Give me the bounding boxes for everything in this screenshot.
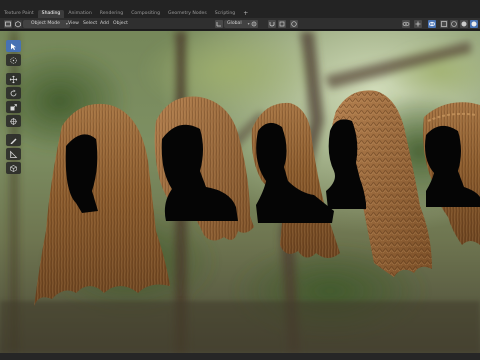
move-icon bbox=[9, 75, 18, 83]
rotate-icon bbox=[10, 89, 17, 96]
shading-solid-icon[interactable] bbox=[460, 20, 468, 28]
viewport-header: Object Mode View Select Add Object Globa… bbox=[0, 18, 480, 30]
viewport-render bbox=[0, 31, 480, 353]
cursor-icon bbox=[10, 56, 17, 64]
transform-icon bbox=[10, 117, 17, 125]
transform-orientation-icon bbox=[215, 20, 223, 28]
workspace-tabs: Texture Paint Shading Animation Renderin… bbox=[0, 9, 252, 18]
add-cube-tool[interactable] bbox=[6, 162, 21, 174]
menu-object[interactable]: Object bbox=[113, 20, 128, 28]
snap-target-icon[interactable] bbox=[278, 20, 286, 28]
proportional-edit-icon[interactable] bbox=[290, 20, 298, 28]
workspace-tab-bar: Texture Paint Shading Animation Renderin… bbox=[0, 0, 480, 18]
status-bar bbox=[0, 353, 480, 360]
scale-icon bbox=[10, 103, 17, 110]
tab-geometry-nodes[interactable]: Geometry Nodes bbox=[164, 10, 211, 18]
select-box-icon bbox=[11, 43, 16, 50]
tab-scripting[interactable]: Scripting bbox=[211, 10, 239, 18]
move-tool[interactable] bbox=[6, 73, 21, 85]
snap-icon[interactable] bbox=[268, 20, 276, 28]
measure-tool[interactable] bbox=[6, 148, 21, 160]
tab-compositing[interactable]: Compositing bbox=[127, 10, 164, 18]
measure-icon bbox=[10, 150, 18, 158]
tab-rendering[interactable]: Rendering bbox=[96, 10, 127, 18]
tab-animation[interactable]: Animation bbox=[64, 10, 95, 18]
3d-viewport[interactable] bbox=[0, 31, 480, 353]
add-workspace-button[interactable]: + bbox=[239, 10, 252, 18]
orientation-dropdown[interactable]: Global bbox=[224, 20, 252, 28]
menu-select[interactable]: Select bbox=[83, 20, 97, 28]
pivot-point-icon[interactable] bbox=[250, 20, 258, 28]
tab-shading[interactable]: Shading bbox=[37, 10, 65, 18]
visibility-icon[interactable] bbox=[402, 20, 410, 28]
shading-material-icon[interactable] bbox=[470, 20, 478, 28]
menu-view[interactable]: View bbox=[68, 20, 79, 28]
select-box-tool[interactable] bbox=[6, 40, 21, 52]
tool-shelf bbox=[6, 40, 21, 174]
transform-tool[interactable] bbox=[6, 115, 21, 127]
overlays-icon[interactable] bbox=[428, 20, 436, 28]
menu-add[interactable]: Add bbox=[100, 20, 109, 28]
scale-tool[interactable] bbox=[6, 101, 21, 113]
cursor-tool[interactable] bbox=[6, 54, 21, 66]
gizmo-icon[interactable] bbox=[414, 20, 422, 28]
annotate-tool[interactable] bbox=[6, 134, 21, 146]
shading-wireframe-icon[interactable] bbox=[450, 20, 458, 28]
mode-dropdown[interactable]: Object Mode bbox=[23, 20, 70, 28]
rotate-tool[interactable] bbox=[6, 87, 21, 99]
editor-type-icon[interactable] bbox=[4, 20, 12, 28]
object-mode-icon bbox=[14, 20, 22, 28]
tab-texture-paint[interactable]: Texture Paint bbox=[0, 10, 38, 18]
add-cube-icon bbox=[10, 164, 17, 172]
xray-icon[interactable] bbox=[440, 20, 448, 28]
annotate-icon bbox=[10, 138, 17, 144]
